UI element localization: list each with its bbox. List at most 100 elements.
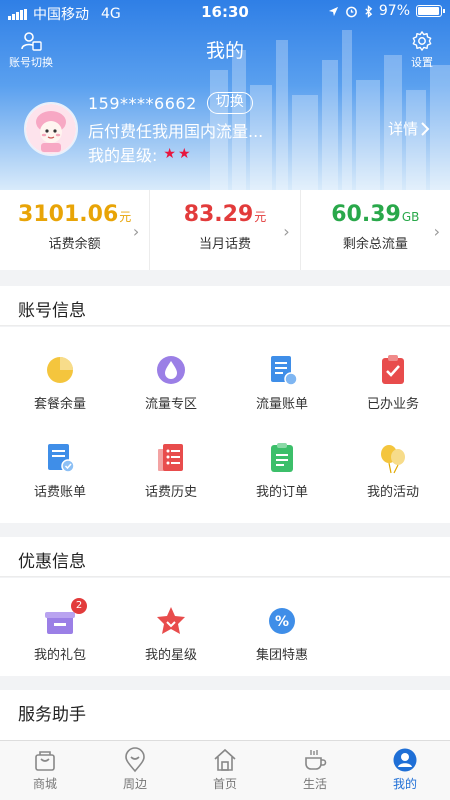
stat-balance[interactable]: 3101.06元 话费余额 › bbox=[0, 190, 151, 270]
phone-number: 159****6662 bbox=[88, 93, 197, 113]
promo-section-header: 优惠信息 bbox=[0, 537, 450, 577]
grid-item-my-star-level[interactable]: 我的星级 bbox=[115, 604, 227, 663]
stat-value: 60.39GB bbox=[301, 202, 450, 227]
clipboard-check-icon bbox=[376, 353, 410, 387]
grid-item-label: 集团特惠 bbox=[255, 648, 308, 663]
service-section-header: 服务助手 bbox=[0, 690, 450, 740]
profile-header: 中国移动 4G 16:30 97% 账号切换 我的 设置 159****6662… bbox=[0, 0, 450, 190]
home-icon bbox=[214, 748, 236, 771]
balloon-icon bbox=[376, 441, 410, 475]
section-title: 账号信息 bbox=[18, 301, 86, 321]
page-title: 我的 bbox=[205, 40, 244, 62]
data-remaining-value: 60.39 bbox=[331, 202, 401, 227]
grid-item-label: 流量账单 bbox=[255, 397, 308, 412]
gear-icon bbox=[412, 31, 432, 51]
status-bar: 中国移动 4G 16:30 97% bbox=[0, 0, 450, 24]
stat-label: 当月话费 bbox=[198, 237, 251, 252]
user-icon bbox=[393, 748, 417, 772]
stat-value: 83.29元 bbox=[150, 202, 299, 227]
settings-label: 设置 bbox=[411, 56, 433, 69]
status-right: 97% bbox=[328, 3, 445, 19]
grid-item-my-orders[interactable]: 我的订单 bbox=[226, 441, 338, 500]
tab-home[interactable]: 首页 bbox=[180, 741, 270, 800]
account-section-header: 账号信息 bbox=[0, 286, 450, 326]
phone-bill-icon bbox=[43, 441, 77, 475]
notification-badge: 2 bbox=[71, 598, 87, 614]
data-remaining-unit: GB bbox=[401, 210, 420, 224]
stat-label: 剩余总流量 bbox=[342, 237, 408, 252]
monthly-fee-value: 83.29 bbox=[183, 202, 254, 227]
plan-name: 后付费任我用国内流量... bbox=[88, 122, 264, 141]
grid-item-my-gift[interactable]: 2 我的礼包 bbox=[4, 598, 116, 663]
grid-item-phone-bill[interactable]: 话费账单 bbox=[4, 441, 116, 500]
stat-value: 3101.06元 bbox=[0, 202, 149, 227]
grid-item-my-activities[interactable]: 我的活动 bbox=[337, 441, 449, 500]
avatar-mascot-icon bbox=[26, 104, 76, 154]
gift-icon: 2 bbox=[43, 598, 87, 638]
bottom-tab-bar: 商城 周边 首页 生活 我的 bbox=[0, 740, 450, 800]
grid-item-label: 已办业务 bbox=[366, 397, 419, 412]
grid-item-label: 我的星级 bbox=[144, 648, 197, 663]
stat-label: 话费余额 bbox=[48, 237, 101, 252]
coffee-cup-icon bbox=[305, 750, 327, 770]
account-stats: 3101.06元 话费余额 › 83.29元 当月话费 › 60.39GB 剩余… bbox=[0, 190, 450, 270]
monthly-fee-unit: 元 bbox=[254, 210, 267, 224]
star-badge-icon bbox=[154, 604, 188, 638]
grid-item-subscribed-services[interactable]: 已办业务 bbox=[337, 353, 449, 412]
grid-item-data-zone[interactable]: 流量专区 bbox=[115, 353, 227, 412]
tab-life[interactable]: 生活 bbox=[270, 741, 360, 800]
grid-item-label: 话费历史 bbox=[144, 485, 197, 500]
tab-label: 周边 bbox=[122, 777, 147, 791]
switch-number-button[interactable]: 切换 bbox=[206, 92, 253, 114]
grid-item-label: 我的订单 bbox=[255, 485, 308, 500]
grid-item-label: 话费账单 bbox=[33, 485, 86, 500]
section-title: 服务助手 bbox=[18, 705, 86, 725]
tab-mine[interactable]: 我的 bbox=[360, 741, 450, 800]
battery-level bbox=[418, 7, 440, 15]
tab-label: 我的 bbox=[392, 777, 417, 791]
location-pin-icon bbox=[125, 747, 145, 773]
data-drop-icon bbox=[154, 353, 188, 387]
bluetooth-icon bbox=[365, 4, 373, 18]
battery-icon bbox=[416, 5, 445, 17]
account-grid: 套餐余量 流量专区 流量账单 已办业务 话费账单 话费历史 我的订单 我的活动 bbox=[0, 327, 450, 523]
pie-chart-icon bbox=[43, 353, 77, 387]
details-label: 详情 bbox=[387, 120, 418, 138]
phone-row: 159****6662 切换 bbox=[88, 92, 253, 114]
chevron-right-icon: › bbox=[433, 222, 440, 241]
grid-item-package-balance[interactable]: 套餐余量 bbox=[4, 353, 116, 412]
avatar[interactable] bbox=[24, 102, 78, 156]
order-icon bbox=[265, 441, 299, 475]
tab-nearby[interactable]: 周边 bbox=[90, 741, 180, 800]
top-nav: 账号切换 我的 设置 bbox=[0, 26, 450, 72]
grid-item-label: 流量专区 bbox=[144, 397, 197, 412]
chevron-right-icon: › bbox=[132, 222, 140, 241]
grid-item-label: 我的活动 bbox=[366, 485, 419, 500]
stat-data-remaining[interactable]: 60.39GB 剩余总流量 › bbox=[301, 190, 450, 270]
settings-button[interactable]: 设置 bbox=[402, 30, 442, 70]
grid-item-label: 我的礼包 bbox=[33, 648, 86, 663]
tab-mall[interactable]: 商城 bbox=[0, 741, 90, 800]
balance-unit: 元 bbox=[119, 210, 132, 224]
balance-value: 3101.06 bbox=[18, 202, 119, 227]
stat-monthly-fee[interactable]: 83.29元 当月话费 › bbox=[150, 190, 301, 270]
promo-grid: 2 我的礼包 我的星级 % 集团特惠 bbox=[0, 578, 450, 676]
data-bill-icon bbox=[265, 353, 299, 387]
tab-label: 商城 bbox=[32, 777, 57, 791]
shopping-bag-icon bbox=[35, 751, 55, 771]
grid-item-bill-history[interactable]: 话费历史 bbox=[115, 441, 227, 500]
grid-item-data-bill[interactable]: 流量账单 bbox=[226, 353, 338, 412]
star-level-row: 我的星级: ★★ bbox=[88, 142, 193, 166]
section-title: 优惠信息 bbox=[18, 552, 86, 572]
location-arrow-icon bbox=[328, 6, 338, 16]
star-rating-icon: ★★ bbox=[163, 146, 193, 162]
grid-item-group-discount[interactable]: % 集团特惠 bbox=[226, 604, 338, 663]
chevron-right-icon: › bbox=[283, 222, 290, 241]
battery-percent: 97% bbox=[378, 3, 410, 19]
tab-label: 首页 bbox=[212, 777, 237, 791]
details-link[interactable]: 详情 bbox=[388, 118, 430, 139]
percent-icon: % bbox=[265, 604, 299, 638]
svg-text:%: % bbox=[275, 614, 289, 630]
tab-label: 生活 bbox=[302, 777, 327, 791]
star-level-label: 我的星级: bbox=[88, 146, 158, 165]
